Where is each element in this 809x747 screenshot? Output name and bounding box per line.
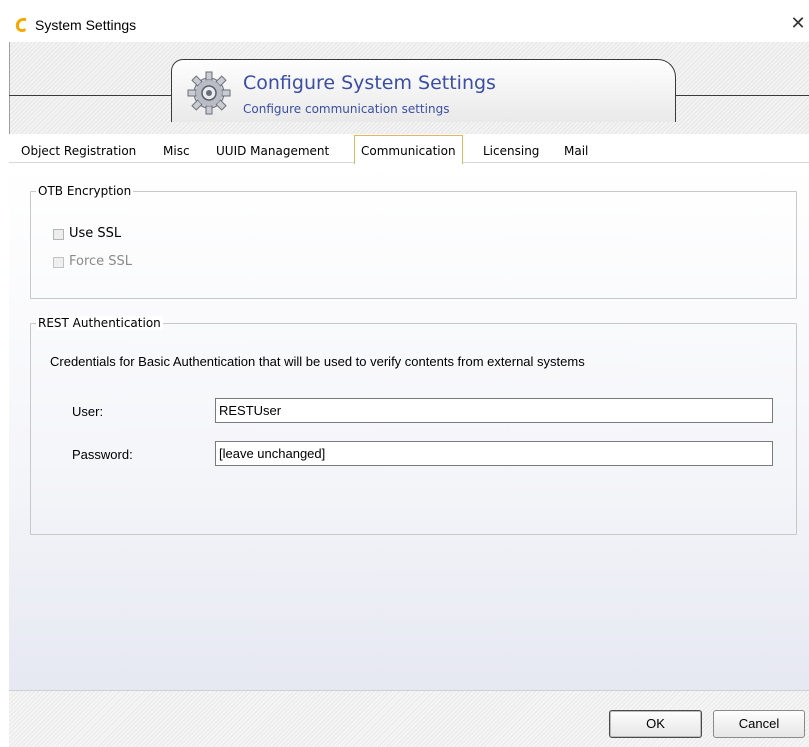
tab-licensing[interactable]: Licensing	[481, 141, 541, 163]
tab-mail[interactable]: Mail	[562, 141, 590, 163]
header-divider-right	[676, 95, 809, 96]
header-title: Configure System Settings	[243, 72, 496, 94]
use-ssl-label[interactable]: Use SSL	[69, 226, 121, 241]
tab-communication[interactable]: Communication	[354, 135, 463, 164]
otb-encryption-group	[30, 191, 797, 299]
tab-uuid-management[interactable]: UUID Management	[214, 141, 331, 163]
cancel-button[interactable]: Cancel	[713, 710, 805, 738]
tab-object-registration[interactable]: Object Registration	[19, 141, 138, 163]
header-subtitle: Configure communication settings	[243, 102, 450, 116]
otb-encryption-legend: OTB Encryption	[36, 184, 134, 198]
ok-button[interactable]: OK	[609, 710, 702, 738]
app-logo-icon	[15, 17, 26, 32]
rest-description: Credentials for Basic Authentication tha…	[50, 354, 585, 369]
user-label: User:	[72, 404, 104, 419]
close-button[interactable]: ✕	[787, 10, 809, 38]
tab-misc[interactable]: Misc	[161, 141, 192, 163]
header-divider	[9, 95, 172, 96]
user-input[interactable]	[215, 398, 773, 423]
rest-authentication-legend: REST Authentication	[36, 316, 163, 330]
window-title: System Settings	[35, 17, 137, 33]
force-ssl-checkbox	[53, 257, 64, 268]
password-input[interactable]	[215, 441, 773, 466]
force-ssl-label: Force SSL	[69, 254, 133, 269]
gear-icon	[187, 71, 231, 115]
use-ssl-checkbox[interactable]	[53, 229, 64, 240]
title-bar: System Settings ✕	[0, 0, 809, 42]
password-label: Password:	[72, 447, 133, 462]
